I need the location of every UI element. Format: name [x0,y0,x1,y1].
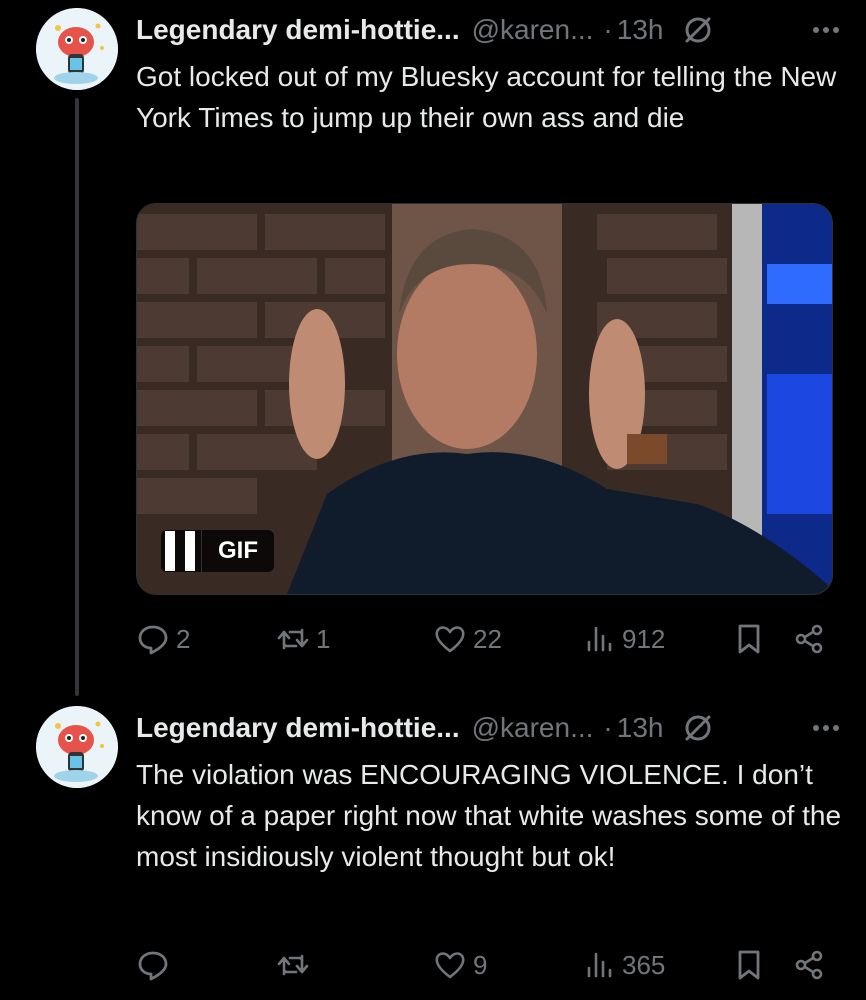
view-count: 912 [622,623,666,654]
repost-count: 1 [316,623,331,654]
share-icon [795,950,823,980]
like-button[interactable]: 22 [433,619,502,659]
repost-button[interactable]: 1 [276,619,330,659]
avatar-image [36,706,118,788]
separator: · [603,712,613,743]
tweet-2[interactable]: Legendary demi-hottie... @karen... · 13h… [0,698,866,1000]
like-count: 22 [473,623,502,654]
avatar-image [36,8,118,90]
share-button[interactable] [792,945,826,985]
views-chart-icon [587,952,612,978]
reply-button[interactable]: 2 [136,619,190,659]
repost-icon [277,954,309,976]
views-chart-icon [587,626,612,652]
display-name[interactable]: Legendary demi-hottie... [136,14,460,46]
heart-icon [435,626,465,653]
bookmark-icon [738,624,760,654]
view-count: 365 [622,949,666,980]
thread-line [75,98,79,696]
timestamp[interactable]: 13h [617,712,664,744]
reply-count: 2 [176,623,191,654]
bookmark-button[interactable] [732,945,766,985]
display-name[interactable]: Legendary demi-hottie... [136,712,460,744]
timestamp[interactable]: 13h [617,14,664,46]
handle[interactable]: @karen... [472,14,594,46]
separator: · [603,14,613,45]
views-button[interactable]: 365 [582,945,665,985]
tweet-header: Legendary demi-hottie... @karen... · 13h [136,708,846,748]
like-button[interactable]: 9 [433,945,487,985]
no-entry-icon [681,711,715,745]
share-button[interactable] [792,619,826,659]
more-icon[interactable] [806,13,846,47]
share-icon [795,624,823,654]
repost-icon [277,628,309,650]
tweet-text: Got locked out of my Bluesky account for… [136,61,837,133]
action-bar: 9 365 [136,945,836,985]
like-count: 9 [473,949,488,980]
action-bar: 2 1 22 912 [136,619,836,659]
views-button[interactable]: 912 [582,619,665,659]
bookmark-icon [738,950,760,980]
repost-button[interactable] [276,945,316,985]
reply-button[interactable] [136,945,176,985]
tweet-header: Legendary demi-hottie... @karen... · 13h [136,10,846,50]
avatar[interactable] [36,8,118,90]
reply-icon [138,951,168,981]
gif-badge[interactable]: GIF [161,530,274,572]
avatar[interactable] [36,706,118,788]
heart-icon [435,952,465,979]
tweet-text: The violation was ENCOURAGING VIOLENCE. … [136,759,842,872]
bookmark-button[interactable] [732,619,766,659]
no-entry-icon [681,13,715,47]
gif-media[interactable]: GIF [136,203,833,595]
reply-icon [138,625,168,655]
handle[interactable]: @karen... [472,712,594,744]
tweet-1[interactable]: Legendary demi-hottie... @karen... · 13h… [0,0,866,696]
pause-icon[interactable] [161,530,202,572]
gif-label: GIF [218,537,258,564]
more-icon[interactable] [806,711,846,745]
